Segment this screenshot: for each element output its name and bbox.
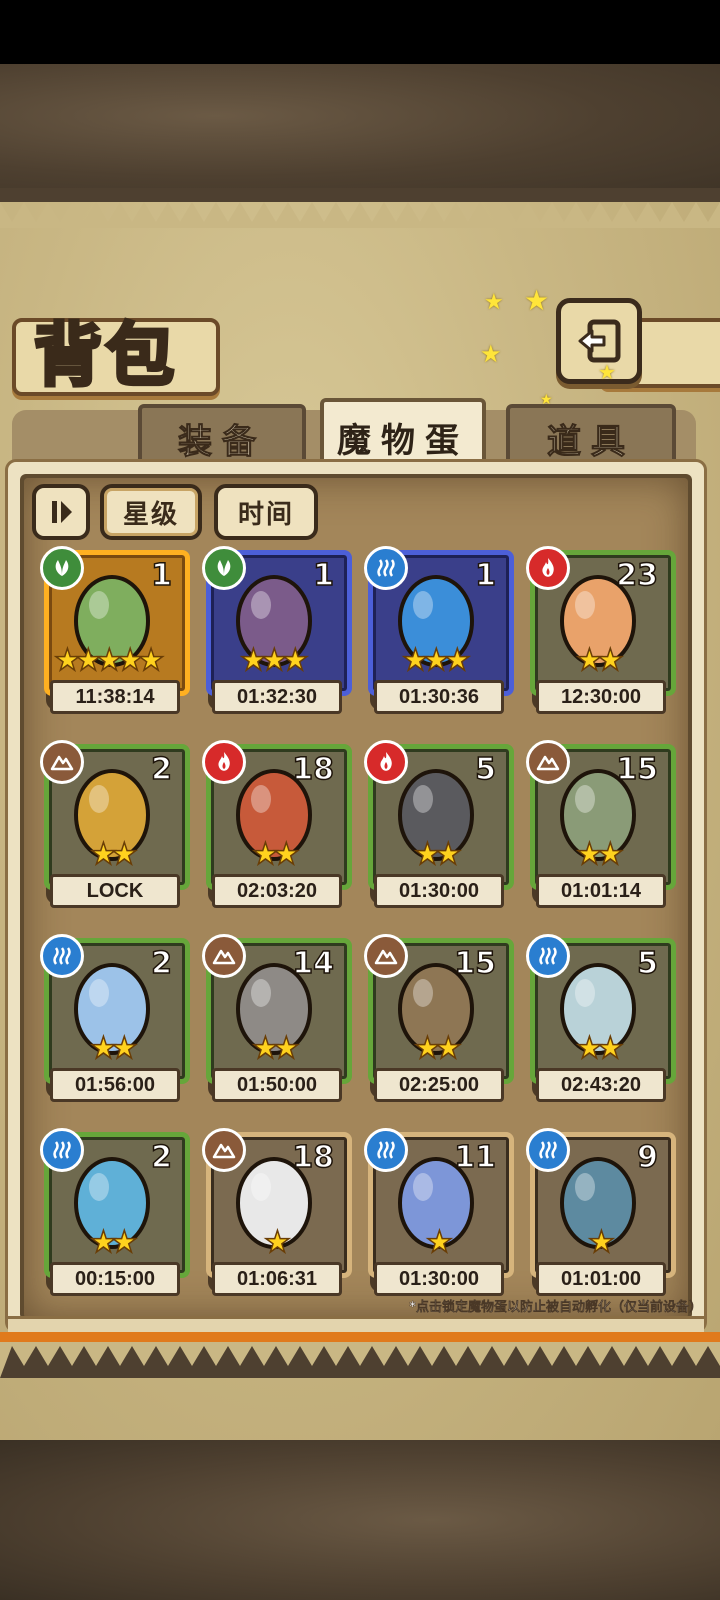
- earth-element-icon: [40, 740, 84, 784]
- egg-count: 5: [474, 751, 496, 788]
- hatch-timer: 01:30:00: [374, 874, 504, 908]
- orange-strip: [0, 1332, 720, 1342]
- hatch-timer: 01:01:14: [536, 874, 666, 908]
- star-rating: ★ ★: [251, 837, 300, 872]
- star-rating: ★ ★: [413, 1031, 462, 1066]
- egg-count: 2: [150, 751, 172, 788]
- star-rating: ★ ★: [89, 837, 138, 872]
- sort-by-stars-button[interactable]: 星级: [100, 484, 202, 540]
- star-icon: ★: [137, 643, 165, 678]
- water-element-icon: [526, 934, 570, 978]
- star-icon: ★: [110, 1031, 138, 1066]
- star-rating: ★ ★: [89, 1031, 138, 1066]
- hatch-timer: 11:38:14: [50, 680, 180, 714]
- star-icon: ★: [110, 1225, 138, 1260]
- star-rating: ★ ★ ★ ★ ★: [53, 643, 165, 678]
- sparkle-star-icon: ★: [524, 284, 550, 317]
- hatch-timer: 02:43:20: [536, 1068, 666, 1102]
- hatch-timer: 01:56:00: [50, 1068, 180, 1102]
- egg-count: 18: [292, 751, 335, 788]
- lock-hint-note: *点击锁定魔物蛋以防止被自动孵化（仅当前设备）: [409, 1300, 702, 1315]
- egg-count: 2: [150, 1139, 172, 1176]
- hatch-timer: 01:06:31: [212, 1262, 342, 1296]
- hatch-timer: 01:32:30: [212, 680, 342, 714]
- water-element-icon: [40, 934, 84, 978]
- water-element-icon: [526, 1128, 570, 1172]
- fire-element-icon: [202, 740, 246, 784]
- star-icon: ★: [443, 643, 471, 678]
- earth-element-icon: [364, 934, 408, 978]
- earth-element-icon: [526, 740, 570, 784]
- zigzag-border-bottom: [0, 1338, 720, 1378]
- water-element-icon: [364, 546, 408, 590]
- star-icon: ★: [587, 1225, 615, 1260]
- hatch-timer: 01:50:00: [212, 1068, 342, 1102]
- sparkle-star-icon: ★: [598, 360, 616, 384]
- zigzag-border-top: [0, 188, 720, 228]
- leaf-element-icon: [202, 546, 246, 590]
- sort-by-time-button[interactable]: 时间: [214, 484, 318, 540]
- star-rating: ★ ★: [575, 643, 624, 678]
- sparkle-star-icon: ★: [480, 340, 502, 368]
- star-rating: ★ ★: [575, 1031, 624, 1066]
- water-element-icon: [40, 1128, 84, 1172]
- star-rating: ★ ★: [89, 1225, 138, 1260]
- star-rating: ★: [425, 1225, 453, 1260]
- hatch-timer: 02:25:00: [374, 1068, 504, 1102]
- star-icon: ★: [434, 1031, 462, 1066]
- star-rating: ★: [587, 1225, 615, 1260]
- egg-count: 1: [312, 557, 334, 594]
- map-background-bottom: [0, 1440, 720, 1600]
- egg-count: 1: [474, 557, 496, 594]
- sparkle-star-icon: ★: [484, 290, 504, 315]
- back-arrow-icon: [578, 319, 621, 363]
- hatch-timer: 01:01:00: [536, 1262, 666, 1296]
- hatch-timer: 12:30:00: [536, 680, 666, 714]
- earth-element-icon: [202, 1128, 246, 1172]
- star-rating: ★ ★ ★: [239, 643, 309, 678]
- hatch-timer: LOCK: [50, 874, 180, 908]
- star-rating: ★ ★: [575, 837, 624, 872]
- page-title: 背包: [32, 314, 179, 398]
- egg-count: 23: [616, 557, 659, 594]
- egg-count: 5: [636, 945, 658, 982]
- egg-count: 15: [454, 945, 497, 982]
- star-icon: ★: [434, 837, 462, 872]
- star-rating: ★ ★: [251, 1031, 300, 1066]
- star-icon: ★: [272, 837, 300, 872]
- egg-count: 2: [150, 945, 172, 982]
- fire-element-icon: [364, 740, 408, 784]
- star-icon: ★: [596, 1031, 624, 1066]
- star-icon: ★: [596, 837, 624, 872]
- water-element-icon: [364, 1128, 408, 1172]
- hatch-timer: 00:15:00: [50, 1262, 180, 1296]
- sort-toggle-icon: [52, 501, 72, 523]
- egg-count: 9: [636, 1139, 658, 1176]
- egg-count: 14: [292, 945, 335, 982]
- fire-element-icon: [526, 546, 570, 590]
- hatch-timer: 01:30:00: [374, 1262, 504, 1296]
- egg-count: 18: [292, 1139, 335, 1176]
- star-rating: ★ ★: [413, 837, 462, 872]
- earth-element-icon: [202, 934, 246, 978]
- star-icon: ★: [425, 1225, 453, 1260]
- map-background-top: [0, 64, 720, 194]
- egg-count: 11: [454, 1139, 497, 1176]
- star-icon: ★: [110, 837, 138, 872]
- star-icon: ★: [263, 1225, 291, 1260]
- hatch-timer: 01:30:36: [374, 680, 504, 714]
- star-icon: ★: [281, 643, 309, 678]
- star-rating: ★: [263, 1225, 291, 1260]
- egg-count: 1: [150, 557, 172, 594]
- egg-count: 15: [616, 751, 659, 788]
- star-icon: ★: [272, 1031, 300, 1066]
- star-icon: ★: [596, 643, 624, 678]
- star-rating: ★ ★ ★: [401, 643, 471, 678]
- sort-order-toggle[interactable]: [32, 484, 90, 540]
- status-bar: [0, 0, 720, 64]
- hatch-timer: 02:03:20: [212, 874, 342, 908]
- leaf-element-icon: [40, 546, 84, 590]
